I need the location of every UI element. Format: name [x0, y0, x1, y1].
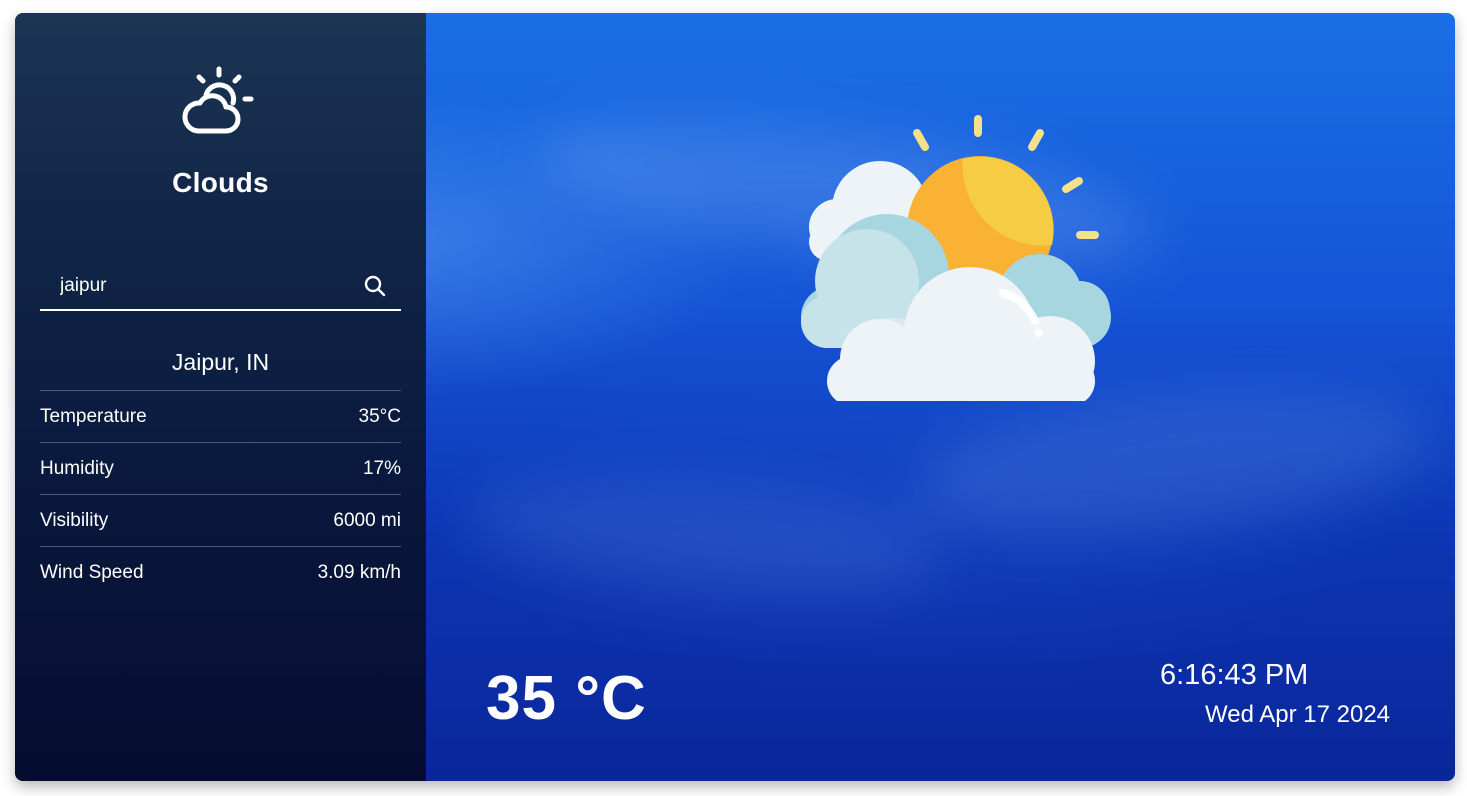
stat-row-temperature: Temperature 35°C — [40, 390, 401, 442]
sky-streak — [461, 462, 949, 614]
city-name: Jaipur, IN — [171, 349, 270, 375]
current-date: Wed Apr 17 2024 — [1205, 701, 1391, 728]
cloud-sun-icon — [182, 66, 254, 134]
sidebar: Clouds Jaipur, IN Temperature 35°C Humid… — [15, 13, 426, 781]
condition-title: Clouds — [172, 167, 269, 198]
stat-value: 17% — [362, 457, 401, 479]
current-time: 6:16:43 PM — [1160, 659, 1309, 691]
stat-row-visibility: Visibility 6000 mi — [40, 494, 401, 546]
stat-label: Temperature — [40, 405, 147, 427]
stats-list: Temperature 35°C Humidity 17% Visibility… — [40, 390, 401, 598]
weather-app: Clouds Jaipur, IN Temperature 35°C Humid… — [15, 13, 1455, 781]
search-bar — [40, 267, 401, 311]
stat-value: 3.09 km/h — [317, 561, 401, 583]
stat-label: Visibility — [40, 509, 109, 531]
stat-value: 35°C — [358, 405, 401, 427]
stat-row-humidity: Humidity 17% — [40, 442, 401, 494]
main-temperature: 35 °C — [486, 664, 647, 733]
stat-label: Humidity — [40, 457, 114, 479]
partly-cloudy-sun-icon — [801, 115, 1111, 401]
stat-row-wind-speed: Wind Speed 3.09 km/h — [40, 546, 401, 598]
stat-label: Wind Speed — [40, 561, 144, 583]
search-icon[interactable] — [363, 274, 387, 298]
search-input[interactable] — [40, 267, 340, 305]
stat-value: 6000 mi — [333, 509, 401, 531]
